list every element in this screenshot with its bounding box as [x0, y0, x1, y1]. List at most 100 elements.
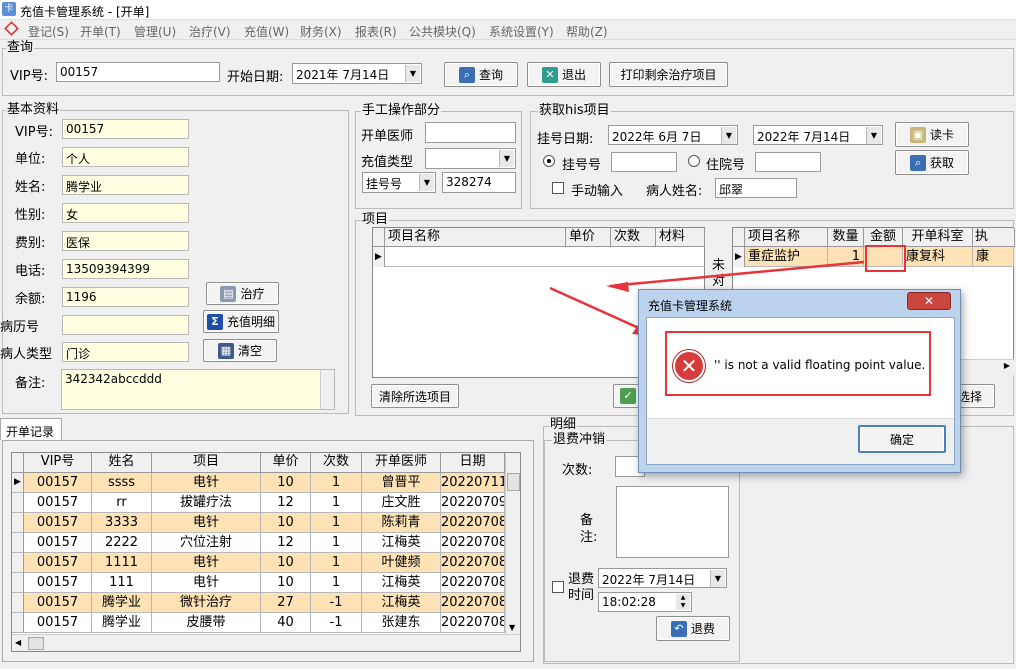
doctor-input[interactable] — [425, 122, 516, 143]
table-cell[interactable]: 10 — [261, 513, 311, 533]
radio-hosp-no[interactable] — [688, 155, 700, 167]
refund-time-checkbox[interactable] — [552, 581, 564, 593]
menu-report[interactable]: 报表(R) — [355, 23, 397, 40]
reg-date-to[interactable]: 2022年 7月14日 ▼ — [753, 125, 883, 145]
chevron-down-icon[interactable]: ▼ — [419, 174, 434, 191]
table-cell[interactable]: 00157 — [24, 533, 92, 553]
table-cell[interactable]: 00157 — [24, 593, 92, 613]
col-times[interactable]: 次数 — [311, 453, 362, 473]
chevron-down-icon[interactable]: ▼ — [499, 150, 514, 167]
chevron-down-icon[interactable]: ▼ — [721, 127, 736, 144]
col-material[interactable]: 材料 — [656, 228, 705, 247]
table-cell[interactable]: 20220708 — [441, 553, 505, 573]
table-cell[interactable]: -1 — [311, 613, 362, 633]
balance-field[interactable]: 1196 — [62, 287, 189, 307]
table-cell[interactable]: 1 — [311, 553, 362, 573]
chevron-down-icon[interactable]: ▼ — [866, 127, 881, 144]
query-vip-input[interactable]: 00157 — [56, 62, 220, 82]
table-cell[interactable]: 江梅英 — [362, 593, 441, 613]
table-cell[interactable]: 腾学业 — [92, 593, 152, 613]
table-cell[interactable]: 00157 — [24, 613, 92, 633]
vip-field[interactable]: 00157 — [62, 119, 189, 139]
table-cell[interactable]: 00157 — [24, 573, 92, 593]
table-cell[interactable]: -1 — [311, 593, 362, 613]
recharge-detail-button[interactable]: Σ 充值明细 — [203, 310, 279, 333]
phone-field[interactable]: 13509394399 — [62, 259, 189, 279]
table-cell[interactable]: 皮腰带 — [152, 613, 261, 633]
gender-field[interactable]: 女 — [62, 203, 189, 223]
table-cell[interactable]: ssss — [92, 473, 152, 493]
col-date[interactable]: 日期 — [441, 453, 505, 473]
chevron-down-icon[interactable]: ▼ — [509, 623, 515, 632]
col-price[interactable]: 单价 — [261, 453, 311, 473]
menu-finance[interactable]: 财务(X) — [300, 23, 342, 40]
manual-input-checkbox[interactable] — [552, 182, 564, 194]
table-cell[interactable]: 00157 — [24, 513, 92, 533]
table-cell[interactable]: 20220708 — [441, 613, 505, 633]
table-cell[interactable]: 江梅英 — [362, 573, 441, 593]
exit-button[interactable]: ✕ 退出 — [527, 62, 601, 87]
menu-treatment[interactable]: 治疗(V) — [189, 23, 231, 40]
records-vscrollbar[interactable]: ▼ — [505, 453, 520, 634]
menu-recharge[interactable]: 充值(W) — [244, 23, 289, 40]
table-cell[interactable]: 腾学业 — [92, 613, 152, 633]
col-item-name[interactable]: 项目名称 — [745, 228, 828, 247]
read-card-button[interactable]: ▣ 读卡 — [895, 122, 969, 147]
col-vip[interactable]: VIP号 — [24, 453, 92, 473]
unit-field[interactable]: 个人 — [62, 147, 189, 167]
fetch-button[interactable]: ⌕ 获取 — [895, 150, 969, 175]
table-cell[interactable]: 12 — [261, 493, 311, 513]
query-button[interactable]: ⌕ 查询 — [444, 62, 518, 87]
menu-manage[interactable]: 管理(U) — [134, 23, 176, 40]
table-cell[interactable]: 叶健频 — [362, 553, 441, 573]
col-quantity[interactable]: 数量 — [828, 228, 864, 247]
reg-no-select[interactable]: 挂号号 ▼ — [362, 172, 436, 193]
chevron-down-icon[interactable]: ▼ — [710, 570, 725, 587]
table-cell[interactable]: 1 — [311, 473, 362, 493]
table-cell[interactable]: 20220708 — [441, 573, 505, 593]
chevron-down-icon[interactable]: ▼ — [405, 65, 420, 82]
patient-type-field[interactable]: 门诊 — [62, 342, 189, 362]
cell-department[interactable]: 康复科 — [903, 247, 973, 267]
tab-order-records[interactable]: 开单记录 — [0, 418, 62, 440]
col-executor[interactable]: 执 — [973, 228, 1015, 247]
col-unit-price[interactable]: 单价 — [566, 228, 611, 247]
record-no-field[interactable] — [62, 315, 189, 335]
app-menu-icon[interactable] — [4, 21, 19, 36]
table-cell[interactable]: 电针 — [152, 513, 261, 533]
records-grid[interactable]: VIP号 姓名 项目 单价 次数 开单医师 日期 ▶ 00157 ssss 电针 10 1… — [11, 452, 521, 652]
radio-reg-no[interactable] — [543, 155, 555, 167]
table-cell[interactable]: 10 — [261, 473, 311, 493]
refund-button[interactable]: ↶ 退费 — [656, 616, 730, 641]
table-cell[interactable]: 20220708 — [441, 593, 505, 613]
refund-note-input[interactable] — [616, 486, 729, 558]
table-cell[interactable]: 穴位注射 — [152, 533, 261, 553]
table-cell[interactable]: 拔罐疗法 — [152, 493, 261, 513]
table-cell[interactable]: 电针 — [152, 553, 261, 573]
col-item-name[interactable]: 项目名称 — [385, 228, 566, 247]
table-cell[interactable]: 张建东 — [362, 613, 441, 633]
treatment-button[interactable]: ▤ 治疗 — [206, 282, 279, 305]
table-cell[interactable]: 江梅英 — [362, 533, 441, 553]
cell-quantity[interactable]: 1 — [828, 247, 864, 267]
table-cell[interactable]: rr — [92, 493, 152, 513]
table-cell[interactable]: 27 — [261, 593, 311, 613]
table-cell[interactable]: 电针 — [152, 573, 261, 593]
table-cell[interactable]: 10 — [261, 553, 311, 573]
fee-type-field[interactable]: 医保 — [62, 231, 189, 251]
table-cell[interactable]: 1 — [311, 493, 362, 513]
table-cell[interactable]: 20220711 — [441, 473, 505, 493]
print-remaining-button[interactable]: 打印剩余治疗项目 — [609, 62, 728, 87]
records-hscrollbar[interactable]: ◀ — [12, 634, 520, 651]
reg-no-input[interactable]: 328274 — [442, 172, 516, 193]
table-cell[interactable]: 20220708 — [441, 533, 505, 553]
table-cell[interactable]: 00157 — [24, 493, 92, 513]
table-cell[interactable]: 00157 — [24, 553, 92, 573]
table-cell[interactable]: 12 — [261, 533, 311, 553]
clear-button[interactable]: ▦ 清空 — [203, 339, 277, 362]
col-item[interactable]: 项目 — [152, 453, 261, 473]
note-textarea[interactable]: 342342abccddd — [61, 369, 335, 410]
menu-order[interactable]: 开单(T) — [80, 23, 121, 40]
table-cell[interactable]: 10 — [261, 573, 311, 593]
start-date-picker[interactable]: 2021年 7月14日 ▼ — [292, 63, 422, 84]
